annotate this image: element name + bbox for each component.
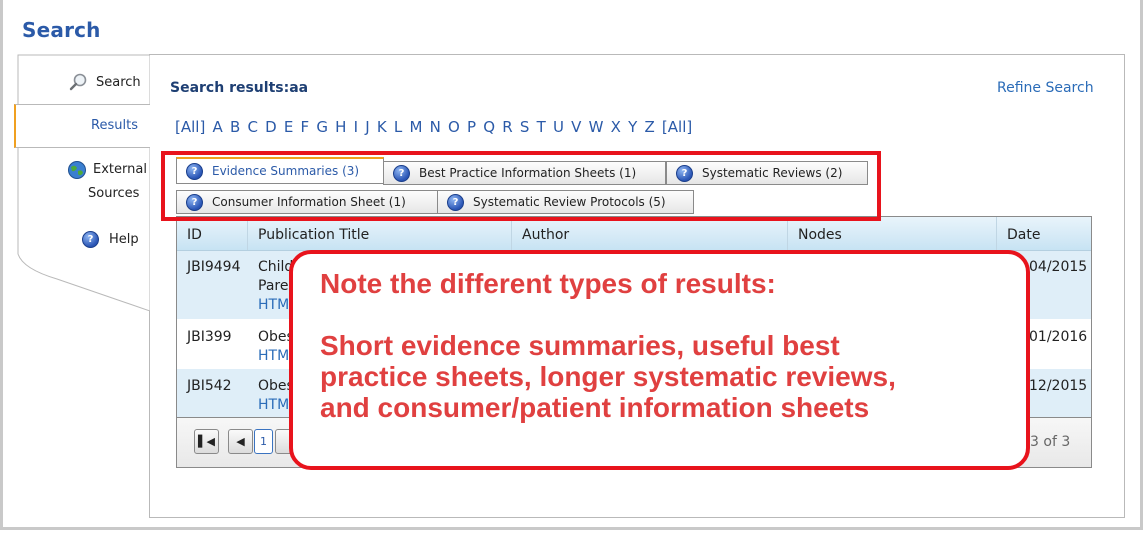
alpha-link[interactable]: J (365, 118, 369, 136)
nav-external-line2: Sources (88, 186, 140, 201)
refine-search-link[interactable]: Refine Search (997, 80, 1094, 96)
alpha-link[interactable]: L (394, 118, 402, 136)
row-html-link[interactable]: HTM (258, 397, 289, 413)
callout-line: and consumer/patient information sheets (320, 392, 870, 423)
callout-line: Note the different types of results: (320, 268, 776, 299)
column-header-title[interactable]: Publication Title (248, 217, 512, 250)
row-html-link[interactable]: HTM (258, 348, 289, 364)
alpha-link[interactable]: T (537, 118, 546, 136)
row-id: JBI542 (187, 378, 232, 394)
alpha-link[interactable]: M (409, 118, 422, 136)
callout-line: Short evidence summaries, useful best (320, 330, 840, 361)
nav-external-line1: External (93, 162, 147, 177)
alpha-link[interactable]: C (247, 118, 257, 136)
help-icon: ? (82, 231, 99, 248)
magnifier-icon (69, 72, 89, 92)
alpha-link[interactable]: G (316, 118, 328, 136)
row-date: 04/2015 (1029, 259, 1088, 275)
alpha-link[interactable]: Q (483, 118, 495, 136)
alpha-link[interactable]: [All] (175, 118, 205, 136)
alpha-link[interactable]: Z (644, 118, 654, 136)
alpha-link[interactable]: S (520, 118, 530, 136)
nav-item-search[interactable]: Search (69, 72, 141, 92)
alpha-link[interactable]: N (430, 118, 441, 136)
page-title: Search (22, 18, 101, 42)
column-header-date[interactable]: Date (997, 217, 1091, 250)
prev-page-icon: ◀ (236, 435, 245, 448)
alpha-link[interactable]: Y (628, 118, 637, 136)
tabs-highlight-box (161, 151, 881, 221)
alpha-link[interactable]: V (571, 118, 581, 136)
first-page-button[interactable]: ▌◀ (194, 429, 219, 454)
alpha-link[interactable]: E (284, 118, 293, 136)
nav-item-external-sources[interactable]: External Sources (67, 160, 147, 206)
callout-text: Note the different types of results: Sho… (320, 268, 896, 423)
alpha-link[interactable]: U (553, 118, 564, 136)
alpha-link[interactable]: F (301, 118, 310, 136)
prev-page-button[interactable]: ◀ (228, 429, 253, 454)
nav-item-results-label: Results (91, 118, 138, 133)
alpha-link[interactable]: R (502, 118, 512, 136)
alphabet-filter: [All] A B C D E F G H I J K L M N O P Q … (175, 118, 699, 136)
nav-item-help[interactable]: ? Help (82, 231, 139, 248)
column-header-author[interactable]: Author (512, 217, 788, 250)
alpha-link[interactable]: I (354, 118, 358, 136)
callout-line: practice sheets, longer systematic revie… (320, 361, 896, 392)
nav-item-search-label: Search (96, 74, 141, 90)
table-header: ID Publication Title Author Nodes Date (177, 217, 1091, 251)
alpha-link[interactable]: P (467, 118, 476, 136)
column-header-nodes[interactable]: Nodes (788, 217, 997, 250)
alpha-link[interactable]: K (377, 118, 387, 136)
annotation-callout: Note the different types of results: Sho… (289, 250, 1030, 470)
alpha-link[interactable]: W (589, 118, 604, 136)
search-results-heading: Search results:aa (170, 80, 309, 96)
row-id: JBI9494 (187, 259, 241, 275)
nav-item-help-label: Help (109, 232, 139, 247)
column-header-id[interactable]: ID (177, 217, 248, 250)
first-page-icon: ▌◀ (198, 435, 215, 448)
row-html-link[interactable]: HTM (258, 297, 289, 313)
alpha-link[interactable]: B (230, 118, 240, 136)
current-page-button[interactable]: 1 (254, 429, 273, 454)
row-date: 12/2015 (1029, 378, 1088, 394)
alpha-link[interactable]: A (213, 118, 223, 136)
nav-item-results[interactable]: Results (14, 104, 150, 148)
alpha-link[interactable]: [All] (662, 118, 692, 136)
alpha-link[interactable]: X (611, 118, 621, 136)
globe-icon (67, 160, 87, 180)
row-date: 01/2016 (1029, 329, 1088, 345)
row-id: JBI399 (187, 329, 232, 345)
alpha-link[interactable]: H (335, 118, 346, 136)
alpha-link[interactable]: D (265, 118, 277, 136)
alpha-link[interactable]: O (448, 118, 460, 136)
